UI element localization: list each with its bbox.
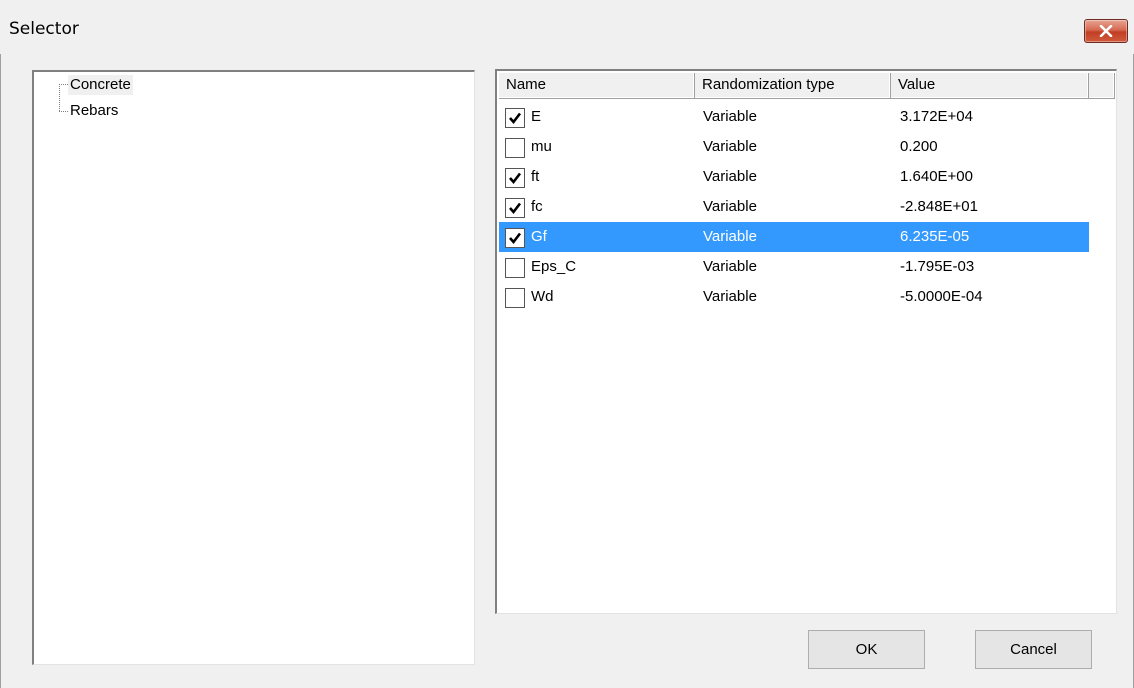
row-type: Variable bbox=[703, 138, 757, 155]
row-name: Gf bbox=[531, 228, 547, 245]
checkmark-icon bbox=[509, 112, 522, 125]
row-checkbox[interactable] bbox=[505, 168, 525, 188]
column-header-label: Value bbox=[898, 76, 936, 93]
ok-button[interactable]: OK bbox=[808, 630, 925, 669]
title-bar: Selector bbox=[0, 0, 1134, 54]
checkmark-icon bbox=[509, 232, 522, 245]
parameter-list[interactable]: Name Randomization type Value E Variable… bbox=[495, 69, 1117, 614]
list-header: Name Randomization type Value bbox=[499, 73, 1115, 99]
close-icon bbox=[1099, 25, 1113, 37]
row-type: Variable bbox=[703, 258, 757, 275]
row-type: Variable bbox=[703, 288, 757, 305]
table-row[interactable]: Eps_C Variable -1.795E-03 bbox=[499, 252, 1089, 282]
column-header-randomization-type[interactable]: Randomization type bbox=[695, 73, 891, 99]
row-type: Variable bbox=[703, 228, 757, 245]
row-checkbox[interactable] bbox=[505, 138, 525, 158]
row-value: 6.235E-05 bbox=[900, 228, 970, 245]
row-name: fc bbox=[531, 198, 543, 215]
row-name: Eps_C bbox=[531, 258, 577, 275]
tree-connector bbox=[59, 111, 68, 112]
row-value: 0.200 bbox=[900, 138, 938, 155]
category-tree[interactable]: Concrete Rebars bbox=[32, 70, 475, 665]
tree-connector bbox=[59, 84, 60, 111]
tree-item-concrete[interactable]: Concrete bbox=[68, 75, 133, 95]
checkmark-icon bbox=[509, 172, 522, 185]
row-type: Variable bbox=[703, 108, 757, 125]
tree-connector bbox=[59, 84, 68, 85]
tree-item-label: Rebars bbox=[70, 102, 119, 119]
table-row[interactable]: Wd Variable -5.0000E-04 bbox=[499, 282, 1089, 312]
close-button[interactable] bbox=[1084, 19, 1128, 43]
window-border-left bbox=[0, 0, 1, 688]
row-type: Variable bbox=[703, 198, 757, 215]
row-value: 1.640E+00 bbox=[900, 168, 973, 185]
table-row[interactable]: E Variable 3.172E+04 bbox=[499, 102, 1089, 132]
tree-item-label: Concrete bbox=[70, 76, 131, 93]
row-value: -5.0000E-04 bbox=[900, 288, 983, 305]
row-name: ft bbox=[531, 168, 540, 185]
row-checkbox[interactable] bbox=[505, 108, 525, 128]
row-value: -1.795E-03 bbox=[900, 258, 975, 275]
row-name: Wd bbox=[531, 288, 554, 305]
column-header-label: Name bbox=[506, 76, 547, 93]
column-header-name[interactable]: Name bbox=[499, 73, 695, 99]
table-row[interactable]: mu Variable 0.200 bbox=[499, 132, 1089, 162]
window-title: Selector bbox=[9, 19, 79, 39]
row-value: 3.172E+04 bbox=[900, 108, 973, 125]
row-type: Variable bbox=[703, 168, 757, 185]
row-checkbox[interactable] bbox=[505, 288, 525, 308]
tree-item-rebars[interactable]: Rebars bbox=[68, 101, 120, 121]
row-name: mu bbox=[531, 138, 552, 155]
row-checkbox[interactable] bbox=[505, 198, 525, 218]
row-value: -2.848E+01 bbox=[900, 198, 978, 215]
column-header-label: Randomization type bbox=[702, 76, 835, 93]
column-header-filler bbox=[1089, 73, 1115, 99]
cancel-button[interactable]: Cancel bbox=[975, 630, 1092, 669]
row-checkbox[interactable] bbox=[505, 258, 525, 278]
table-row-selected[interactable]: Gf Variable 6.235E-05 bbox=[499, 222, 1089, 252]
table-row[interactable]: ft Variable 1.640E+00 bbox=[499, 162, 1089, 192]
checkmark-icon bbox=[509, 202, 522, 215]
column-header-value[interactable]: Value bbox=[891, 73, 1089, 99]
row-name: E bbox=[531, 108, 542, 125]
table-row[interactable]: fc Variable -2.848E+01 bbox=[499, 192, 1089, 222]
row-checkbox[interactable] bbox=[505, 228, 525, 248]
